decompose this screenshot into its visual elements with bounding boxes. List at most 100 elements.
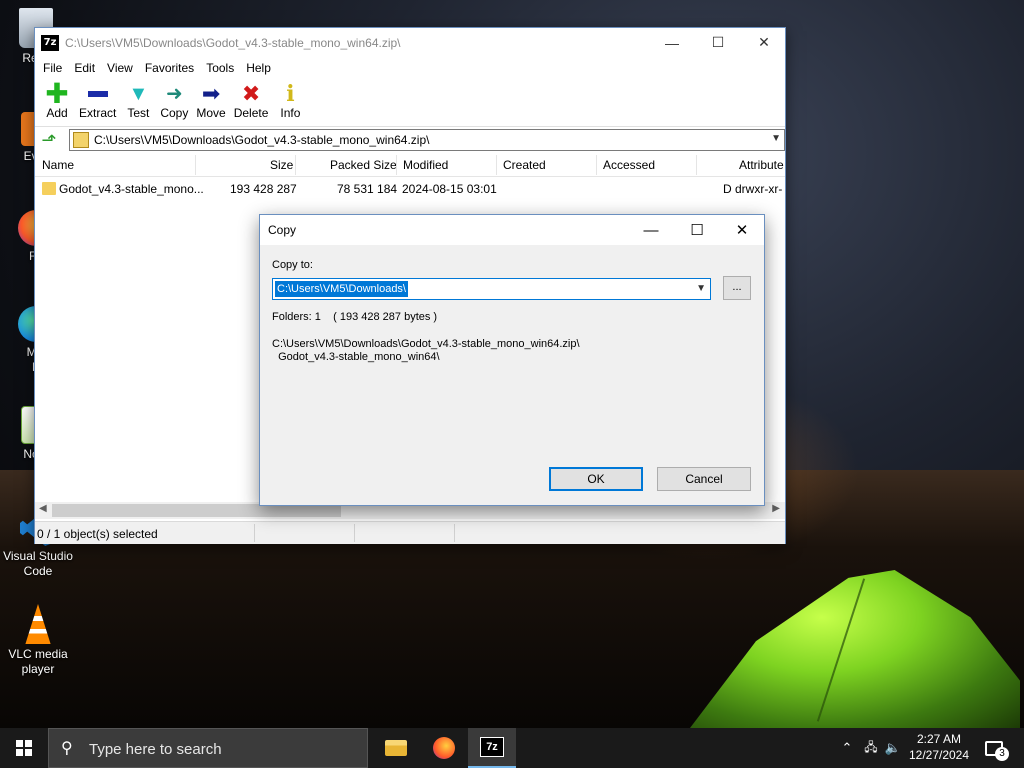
- copy-to-value: C:\Users\VM5\Downloads\: [275, 281, 408, 297]
- scroll-left-icon[interactable]: ◀: [39, 503, 47, 514]
- desktop-icon-vlc[interactable]: VLC media player: [0, 604, 76, 677]
- clock-time: 2:27 AM: [916, 732, 962, 746]
- dialog-maximize-button[interactable]: ☐: [674, 215, 720, 245]
- row-name: Godot_v4.3-stable_mono...: [59, 182, 204, 196]
- menu-favorites[interactable]: Favorites: [139, 61, 200, 75]
- close-button[interactable]: ✕: [741, 28, 787, 57]
- volume-muted-icon[interactable]: 🔈: [882, 728, 904, 768]
- row-packed-size: 78 531 184: [337, 182, 398, 196]
- column-accessed[interactable]: Accessed: [603, 158, 655, 172]
- clock-date: 12/27/2024: [908, 748, 970, 762]
- add-button[interactable]: ✚ Add: [39, 78, 75, 121]
- address-text: C:\Users\VM5\Downloads\Godot_v4.3-stable…: [93, 133, 430, 147]
- delete-button[interactable]: ✖ Delete: [230, 81, 273, 121]
- test-icon: ▼: [128, 83, 149, 105]
- menu-view[interactable]: View: [101, 61, 139, 75]
- column-modified[interactable]: Modified: [403, 158, 448, 172]
- address-bar: ⬏ C:\Users\VM5\Downloads\Godot_v4.3-stab…: [35, 127, 785, 153]
- row-attributes: D drwxr-xr-: [723, 182, 783, 196]
- extract-label: Extract: [79, 106, 117, 120]
- taskbar-7zip[interactable]: 7z: [468, 728, 516, 768]
- sevenzip-app-icon: 7z: [41, 34, 59, 51]
- column-divider: [496, 155, 497, 175]
- extract-icon: [79, 82, 116, 106]
- info-button[interactable]: i Info: [272, 82, 308, 120]
- source-path-line-1: C:\Users\VM5\Downloads\Godot_v4.3-stable…: [272, 338, 580, 350]
- column-header: Name Size Packed Size Modified Created A…: [35, 153, 785, 177]
- taskbar: ⚲ Type here to search 7z ⌃ 🖧 🔈 2:27 AM 1…: [0, 728, 1024, 768]
- maximize-button[interactable]: ☐: [695, 28, 741, 57]
- copy-button[interactable]: ➜ Copy: [156, 82, 192, 120]
- column-size[interactable]: Size: [270, 158, 293, 172]
- menu-edit[interactable]: Edit: [68, 61, 101, 75]
- chevron-down-icon[interactable]: ▼: [771, 133, 781, 144]
- dialog-close-button[interactable]: ✕: [719, 215, 765, 245]
- windows-logo-icon: [16, 740, 32, 756]
- menu-tools[interactable]: Tools: [200, 61, 240, 75]
- search-placeholder: Type here to search: [89, 741, 222, 758]
- copy-dialog: Copy — ☐ ✕ Copy to: C:\Users\VM5\Downloa…: [259, 214, 765, 506]
- notification-center-icon[interactable]: 3: [980, 728, 1009, 768]
- address-field[interactable]: C:\Users\VM5\Downloads\Godot_v4.3-stable…: [68, 129, 785, 151]
- notification-count-badge: 3: [995, 746, 1009, 761]
- test-button[interactable]: ▼ Test: [120, 82, 156, 120]
- folder-icon: [42, 182, 56, 195]
- toolbar: ✚ Add Extract ▼ Test ➜ Copy ➡ Move ✖ Del…: [35, 79, 785, 127]
- cancel-button[interactable]: Cancel: [657, 467, 751, 491]
- column-divider: [195, 155, 196, 175]
- status-bar: 0 / 1 object(s) selected: [35, 521, 785, 544]
- search-icon: ⚲: [61, 740, 73, 757]
- scroll-right-icon[interactable]: ▶: [772, 503, 780, 514]
- source-path-line-2: Godot_v4.3-stable_mono_win64\: [272, 351, 440, 363]
- dialog-titlebar[interactable]: Copy — ☐ ✕: [260, 215, 764, 245]
- add-label: Add: [46, 106, 68, 120]
- extract-button[interactable]: Extract: [75, 82, 120, 120]
- add-icon: ✚: [45, 78, 69, 109]
- status-divider: [354, 524, 355, 542]
- test-label: Test: [127, 106, 150, 120]
- menu-help[interactable]: Help: [240, 61, 277, 75]
- delete-label: Delete: [233, 106, 269, 120]
- status-divider: [454, 524, 455, 542]
- taskbar-file-explorer[interactable]: [372, 728, 420, 768]
- desktop-icon-label-2: Code: [23, 564, 53, 578]
- start-button[interactable]: [0, 728, 48, 768]
- menu-file[interactable]: File: [37, 61, 68, 75]
- network-icon[interactable]: 🖧: [860, 728, 882, 768]
- taskbar-firefox[interactable]: [420, 728, 468, 768]
- table-row[interactable]: Godot_v4.3-stable_mono... 193 428 287 78…: [35, 179, 785, 199]
- taskbar-search-box[interactable]: ⚲ Type here to search: [48, 728, 368, 768]
- zip-archive-icon: [72, 132, 89, 148]
- status-divider: [254, 524, 255, 542]
- chevron-down-icon[interactable]: ▼: [696, 283, 706, 294]
- vlc-icon: [25, 604, 51, 644]
- info-label: Info: [280, 106, 301, 120]
- 7zip-icon: 7z: [480, 737, 504, 757]
- copy-label: Copy: [160, 106, 189, 120]
- row-size: 193 428 287: [230, 182, 297, 196]
- window-titlebar[interactable]: 7z C:\Users\VM5\Downloads\Godot_v4.3-sta…: [35, 28, 785, 57]
- firefox-icon: [433, 737, 455, 759]
- column-attributes[interactable]: Attribute: [739, 158, 784, 172]
- taskbar-clock[interactable]: 2:27 AM 12/27/2024: [906, 731, 972, 763]
- column-divider: [596, 155, 597, 175]
- column-created[interactable]: Created: [503, 158, 546, 172]
- column-packed-size[interactable]: Packed Size: [330, 158, 397, 172]
- move-button[interactable]: ➡ Move: [192, 82, 229, 121]
- minimize-button[interactable]: —: [649, 28, 695, 57]
- browse-button[interactable]: ...: [723, 276, 751, 300]
- copy-to-combobox[interactable]: C:\Users\VM5\Downloads\ ▼: [272, 278, 711, 300]
- show-hidden-icons-chevron-up-icon[interactable]: ⌃: [836, 728, 858, 768]
- folders-info: Folders: 1 ( 193 428 287 bytes ): [272, 311, 438, 323]
- column-divider: [696, 155, 697, 175]
- row-modified: 2024-08-15 03:01: [402, 182, 497, 196]
- status-text: 0 / 1 object(s) selected: [37, 527, 158, 541]
- dialog-title: Copy: [268, 223, 297, 237]
- column-name[interactable]: Name: [42, 158, 74, 172]
- ok-button[interactable]: OK: [549, 467, 643, 491]
- delete-icon: ✖: [241, 81, 261, 106]
- column-divider: [396, 155, 397, 175]
- file-explorer-icon: [385, 740, 407, 756]
- up-folder-icon[interactable]: ⬏: [39, 130, 59, 150]
- dialog-minimize-button[interactable]: —: [628, 215, 674, 245]
